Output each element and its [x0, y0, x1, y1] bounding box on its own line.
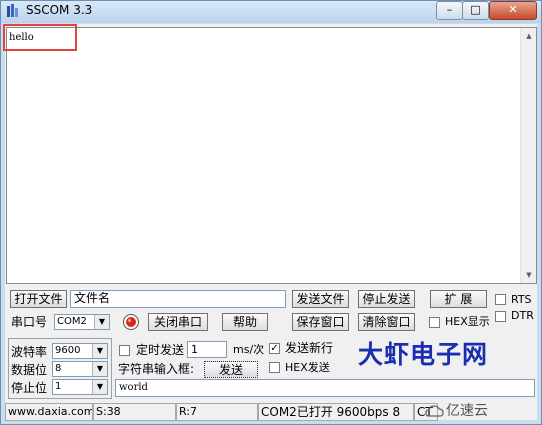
close-port-button[interactable]: 关闭串口	[148, 313, 208, 331]
baud-select[interactable]: 9600 ▼	[52, 343, 108, 359]
status-received: R:7	[176, 403, 258, 421]
dtr-label: DTR	[511, 309, 534, 322]
rts-checkbox[interactable]	[495, 294, 506, 305]
status-site: www.daxia.com	[5, 403, 93, 421]
receive-scrollbar[interactable]: ▲ ▼	[520, 28, 536, 283]
interval-input[interactable]: 1	[187, 341, 227, 358]
port-select[interactable]: COM2 ▼	[54, 314, 110, 330]
send-input[interactable]: world	[115, 379, 535, 397]
cloud-logo-icon	[425, 405, 444, 417]
databits-value: 8	[55, 363, 62, 374]
baud-value: 9600	[55, 345, 81, 356]
databits-select[interactable]: 8 ▼	[52, 361, 108, 377]
port-status-icon	[123, 314, 139, 330]
clear-window-button[interactable]: 清除窗口	[358, 313, 415, 331]
chevron-down-icon[interactable]: ▼	[92, 380, 107, 394]
hex-send-label: HEX发送	[285, 361, 330, 374]
brand-text: 大虾电子网	[358, 340, 489, 369]
window-title: SSCOM 3.3	[26, 3, 93, 17]
send-file-button[interactable]: 发送文件	[292, 290, 349, 308]
chevron-down-icon[interactable]: ▼	[94, 315, 109, 329]
scroll-down-icon[interactable]: ▼	[521, 267, 537, 283]
timed-send-label: 定时发送	[136, 343, 185, 357]
hex-display-label: HEX显示	[445, 315, 490, 328]
stop-send-button[interactable]: 停止发送	[358, 290, 415, 308]
scroll-up-icon[interactable]: ▲	[521, 28, 537, 44]
status-sent: S:38	[93, 403, 176, 421]
rts-label: RTS	[511, 293, 532, 306]
status-port-state: COM2已打开 9600bps 8	[258, 403, 414, 421]
send-button[interactable]: 发送	[204, 361, 258, 378]
save-window-button[interactable]: 保存窗口	[292, 313, 349, 331]
dtr-checkbox[interactable]	[495, 311, 506, 322]
maximize-button[interactable]: □	[462, 1, 489, 20]
close-button[interactable]: ✕	[489, 1, 537, 20]
app-icon	[7, 4, 18, 17]
timed-send-checkbox[interactable]	[119, 345, 130, 356]
highlight-box	[3, 24, 77, 51]
databits-label: 数据位	[11, 363, 48, 377]
interval-unit: ms/次	[233, 343, 265, 356]
hex-display-checkbox[interactable]	[429, 317, 440, 328]
chevron-down-icon[interactable]: ▼	[92, 344, 107, 358]
stopbits-label: 停止位	[11, 381, 48, 395]
receive-area[interactable]	[6, 27, 537, 284]
watermark-text: 亿速云	[446, 403, 488, 419]
hex-send-checkbox[interactable]	[269, 362, 280, 373]
port-label: 串口号	[11, 315, 48, 329]
stopbits-value: 1	[55, 381, 62, 392]
send-newline-label: 发送新行	[285, 341, 334, 355]
string-input-label: 字符串输入框:	[118, 362, 195, 376]
baud-label: 波特率	[11, 345, 48, 359]
file-name-field[interactable]: 文件名	[70, 290, 286, 308]
expand-button[interactable]: 扩 展	[430, 290, 487, 308]
port-value: COM2	[57, 316, 87, 327]
send-newline-checkbox[interactable]: ✓	[269, 343, 280, 354]
open-file-button[interactable]: 打开文件	[10, 290, 67, 308]
stopbits-select[interactable]: 1 ▼	[52, 379, 108, 395]
help-button[interactable]: 帮助	[222, 313, 268, 331]
chevron-down-icon[interactable]: ▼	[92, 362, 107, 376]
minimize-button[interactable]: –	[436, 1, 463, 20]
